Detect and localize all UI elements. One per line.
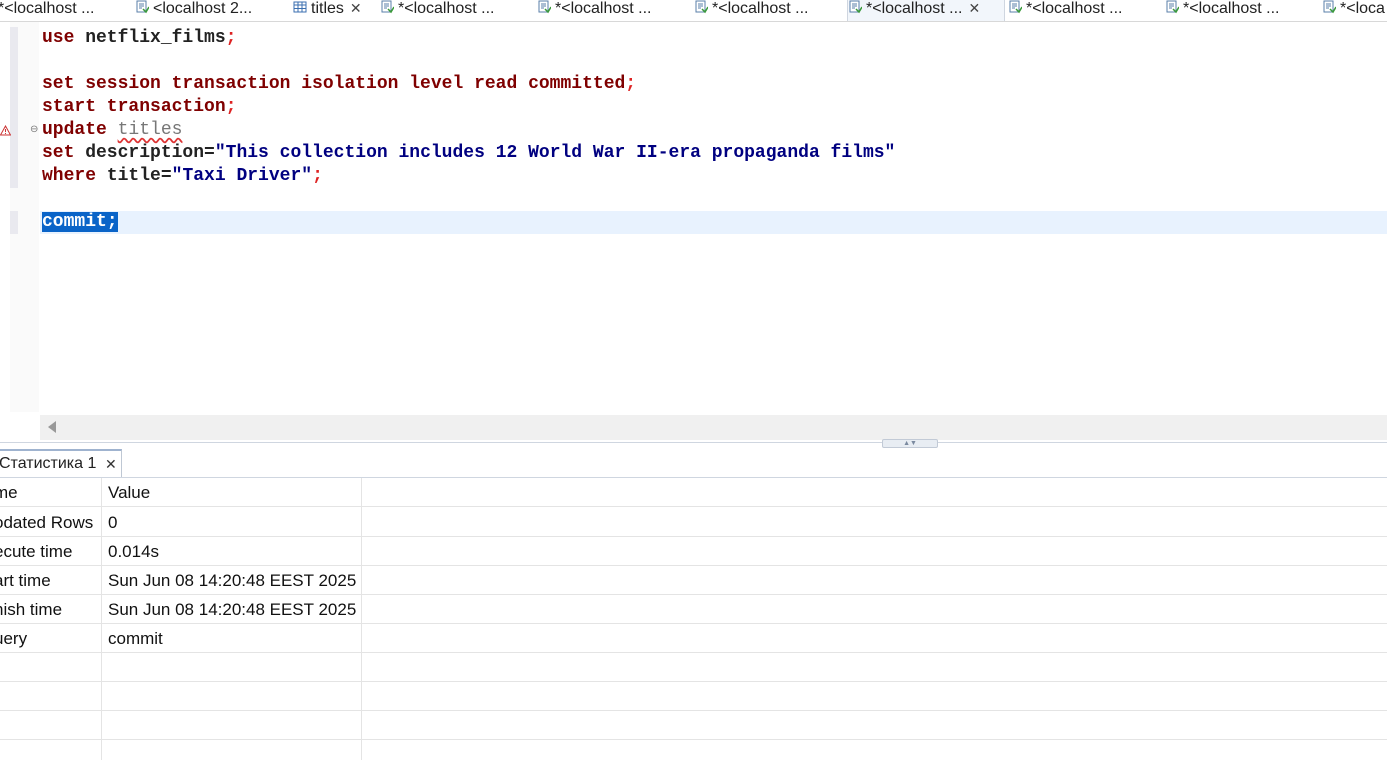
sql-editor-icon xyxy=(1322,0,1337,14)
tab-label: *<localhost ... xyxy=(1183,0,1280,17)
empty-row xyxy=(0,682,1387,711)
column-header-value[interactable]: Value xyxy=(108,478,358,507)
code-line-6: set description="This collection include… xyxy=(42,143,896,163)
table-row[interactable]: odated Rows 0 xyxy=(0,508,1387,537)
tab-statistics[interactable]: Статистика 1 ✕ xyxy=(0,449,122,477)
text-selection: commit; xyxy=(42,212,118,232)
tab-label: *<localhost ... xyxy=(866,0,963,17)
sql-editor-icon xyxy=(380,0,395,14)
splitter-toggle-icon[interactable]: ▲▼ xyxy=(882,439,938,448)
unresolved-table-name: titles xyxy=(117,120,183,140)
sql-editor[interactable]: ⊖ use netflix_films; set session transac… xyxy=(0,22,1387,440)
cell-name[interactable]: art time xyxy=(0,566,96,595)
editor-tab[interactable]: *<localhost ... xyxy=(380,0,530,21)
tab-label: *<localhost ... xyxy=(398,0,495,17)
sql-editor-icon xyxy=(848,0,863,14)
editor-tab[interactable]: *<loca xyxy=(1322,0,1387,21)
cell-value[interactable]: commit xyxy=(108,624,358,653)
close-icon[interactable]: ✕ xyxy=(969,0,981,17)
table-row[interactable]: art time Sun Jun 08 14:20:48 EEST 2025 xyxy=(0,566,1387,595)
code-line-9: commit; xyxy=(42,211,118,234)
cell-name[interactable]: ecute time xyxy=(0,537,96,566)
code-line-3: set session transaction isolation level … xyxy=(42,74,637,94)
cell-value[interactable]: 0.014s xyxy=(108,537,358,566)
panel-splitter[interactable] xyxy=(0,442,1387,443)
tab-label: *<loca xyxy=(1340,0,1385,17)
sql-editor-icon xyxy=(537,0,552,14)
tab-statistics-label: Статистика 1 xyxy=(0,455,97,472)
fold-collapse-icon[interactable]: ⊖ xyxy=(30,125,38,135)
horizontal-scrollbar[interactable] xyxy=(40,415,1387,440)
overview-ruler xyxy=(0,22,10,412)
editor-tab-bar: *<localhost ... <localhost 2... titles ✕ … xyxy=(0,0,1387,22)
cell-name[interactable]: odated Rows xyxy=(0,508,96,537)
table-icon xyxy=(293,0,307,14)
tab-label: titles xyxy=(311,0,344,17)
sql-editor-icon xyxy=(135,0,150,14)
statistics-grid[interactable]: me Value odated Rows 0 ecute time 0.014s… xyxy=(0,478,1387,760)
cell-value[interactable]: Sun Jun 08 14:20:48 EEST 2025 xyxy=(108,595,358,624)
empty-row xyxy=(0,653,1387,682)
current-line-highlight xyxy=(40,211,1387,234)
editor-tab[interactable]: *<localhost ... xyxy=(1008,0,1158,21)
code-line-4: start transaction; xyxy=(42,97,237,117)
tab-label: <localhost 2... xyxy=(153,0,253,17)
sql-editor-icon xyxy=(694,0,709,14)
results-tab-bar: Статистика 1 ✕ xyxy=(0,449,1387,478)
warning-icon[interactable] xyxy=(0,123,12,141)
editor-tab[interactable]: *<localhost ... xyxy=(0,0,126,21)
table-row[interactable]: uery commit xyxy=(0,624,1387,653)
table-row[interactable]: ecute time 0.014s xyxy=(0,537,1387,566)
editor-tab[interactable]: <localhost 2... xyxy=(135,0,285,21)
table-row[interactable]: nish time Sun Jun 08 14:20:48 EEST 2025 xyxy=(0,595,1387,624)
editor-tab[interactable]: *<localhost ... xyxy=(537,0,687,21)
code-line-7: where title="Taxi Driver"; xyxy=(42,166,323,186)
tab-label: *<localhost ... xyxy=(712,0,809,17)
code-line-1: use netflix_films; xyxy=(42,28,237,48)
empty-row xyxy=(0,711,1387,740)
sql-editor-icon xyxy=(1165,0,1180,14)
scroll-left-icon[interactable] xyxy=(48,421,56,433)
cell-name[interactable]: uery xyxy=(0,624,96,653)
header-row: me Value xyxy=(0,478,1387,507)
cell-value[interactable]: 0 xyxy=(108,508,358,537)
tab-label: *<localhost ... xyxy=(1026,0,1123,17)
editor-tab[interactable]: titles ✕ xyxy=(293,0,375,21)
close-icon[interactable]: ✕ xyxy=(105,451,117,477)
code-line-5: update titles xyxy=(42,120,183,140)
tab-label: *<localhost ... xyxy=(555,0,652,17)
editor-tab[interactable]: *<localhost ... xyxy=(1165,0,1315,21)
editor-tab-active[interactable]: *<localhost ... ✕ xyxy=(847,0,1005,21)
editor-tab[interactable]: *<localhost ... xyxy=(694,0,844,21)
cell-value[interactable]: Sun Jun 08 14:20:48 EEST 2025 xyxy=(108,566,358,595)
statement-marker xyxy=(10,27,18,188)
close-icon[interactable]: ✕ xyxy=(350,0,362,17)
sql-editor-icon xyxy=(1008,0,1023,14)
statement-marker xyxy=(10,211,18,234)
cell-name[interactable]: nish time xyxy=(0,595,96,624)
tab-label: *<localhost ... xyxy=(0,0,95,17)
column-header-name[interactable]: me xyxy=(0,478,96,507)
